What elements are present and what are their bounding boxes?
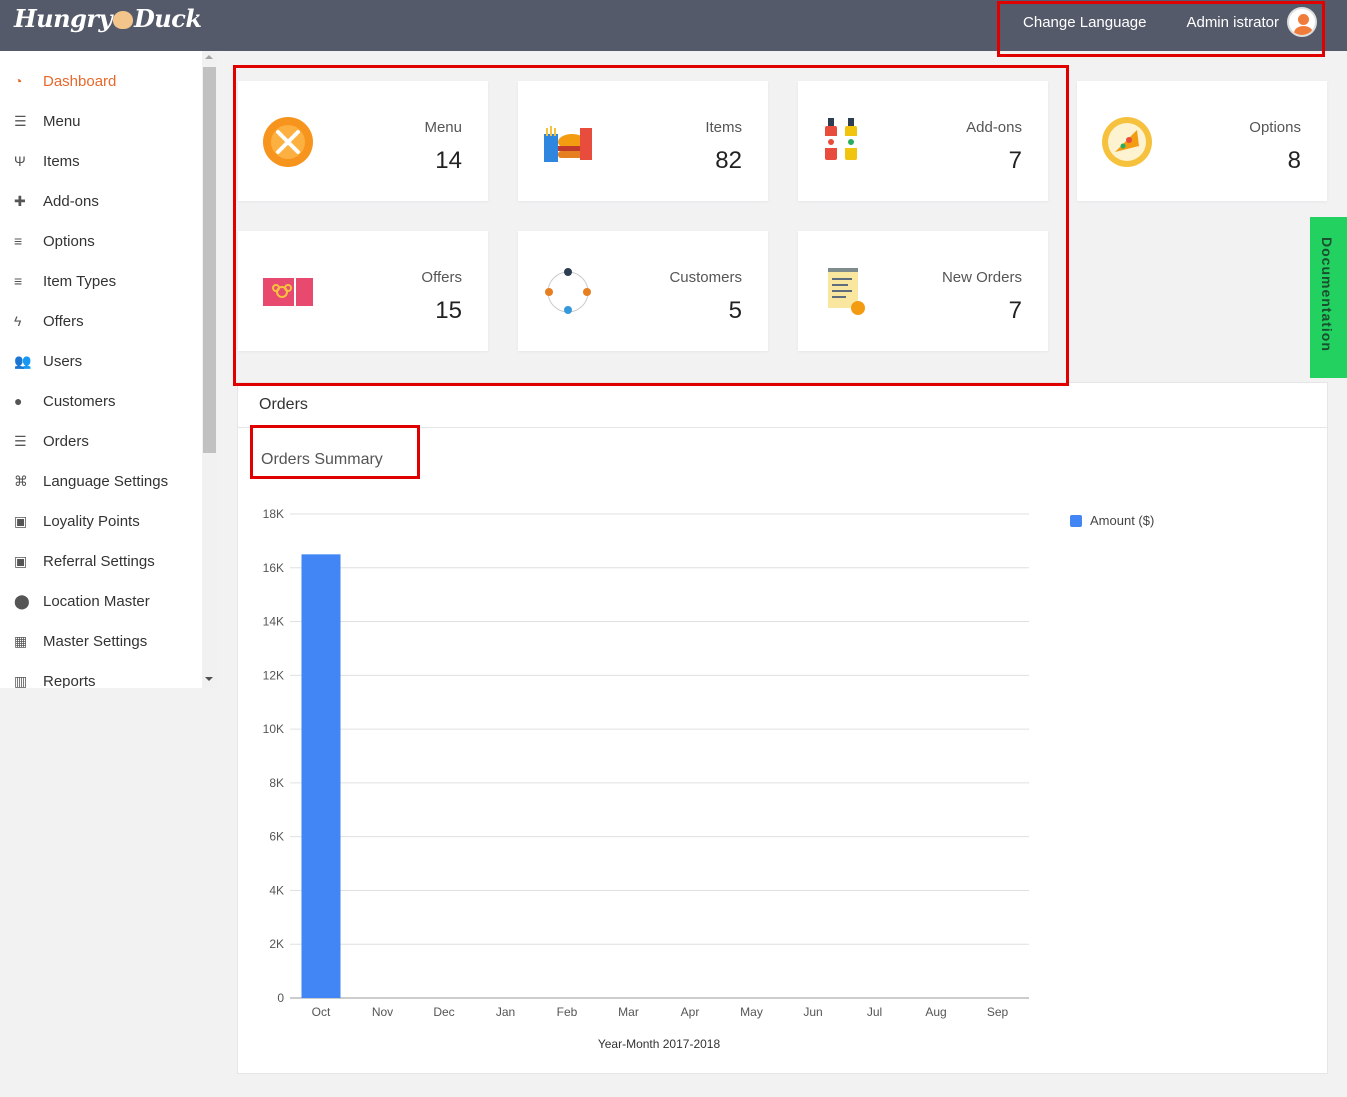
y-tick-label: 2K bbox=[269, 937, 284, 951]
sidebar-item-referral-settings[interactable]: ▣ Referral Settings bbox=[0, 541, 202, 581]
sidebar-item-dashboard[interactable]: ◔ Dashboard bbox=[0, 61, 202, 101]
sidebar-item-add-ons[interactable]: ✚ Add-ons bbox=[0, 181, 202, 221]
menu-icon: ☰ bbox=[14, 112, 27, 129]
x-tick-label: Mar bbox=[618, 1005, 639, 1019]
sidebar-item-location-master[interactable]: ⬤ Location Master bbox=[0, 581, 202, 621]
bolt-icon: ϟ bbox=[14, 313, 22, 329]
x-tick-label: Apr bbox=[681, 1005, 700, 1019]
language-icon: ⌘ bbox=[14, 472, 28, 489]
dashboard-icon: ◔ bbox=[14, 73, 23, 89]
sidebar-item-label: Options bbox=[43, 232, 95, 250]
x-tick-label: Nov bbox=[372, 1005, 393, 1019]
sidebar-item-label: Menu bbox=[43, 112, 81, 130]
sidebar-scrollbar-thumb[interactable] bbox=[203, 67, 216, 453]
y-tick-label: 16K bbox=[263, 561, 284, 575]
sidebar-item-label: Master Settings bbox=[43, 632, 148, 650]
sidebar-item-master-settings[interactable]: ▦ Master Settings bbox=[0, 621, 202, 661]
y-tick-label: 8K bbox=[269, 776, 284, 790]
sidebar-item-label: Language Settings bbox=[43, 472, 169, 490]
x-tick-label: Aug bbox=[925, 1005, 946, 1019]
scroll-down-arrow-icon[interactable] bbox=[205, 677, 213, 681]
scroll-up-arrow-icon[interactable] bbox=[205, 55, 213, 59]
highlight-header-box bbox=[997, 1, 1325, 57]
sidebar-item-label: Location Master bbox=[43, 592, 150, 610]
x-tick-label: Jun bbox=[803, 1005, 822, 1019]
users-icon: 👥 bbox=[14, 352, 32, 369]
x-tick-label: Dec bbox=[433, 1005, 454, 1019]
sidebar-item-label: Customers bbox=[43, 392, 116, 410]
documentation-tab[interactable]: Documentation bbox=[1310, 217, 1347, 378]
app-logo[interactable]: Hungry Duck bbox=[14, 4, 202, 33]
gift-icon: ▣ bbox=[14, 552, 28, 569]
list-icon: ≡ bbox=[14, 273, 23, 289]
documentation-label: Documentation bbox=[1319, 237, 1335, 352]
sidebar-item-users[interactable]: 👥 Users bbox=[0, 341, 202, 381]
sidebar-item-label: Referral Settings bbox=[43, 552, 155, 570]
orders-panel-header: Orders bbox=[238, 383, 1327, 428]
x-tick-label: Sep bbox=[987, 1005, 1009, 1019]
y-tick-label: 18K bbox=[263, 507, 284, 521]
sidebar-item-offers[interactable]: ϟ Offers bbox=[0, 301, 202, 341]
x-tick-label: Feb bbox=[557, 1005, 578, 1019]
sidebar-item-menu[interactable]: ☰ Menu bbox=[0, 101, 202, 141]
sidebar-item-label: Orders bbox=[43, 432, 89, 450]
sidebar-item-reports[interactable]: ▥ Reports bbox=[0, 661, 202, 689]
sidebar-item-loyality-points[interactable]: ▣ Loyality Points bbox=[0, 501, 202, 541]
orders-summary-chart: 0 2K 4K 6K 8K 10K 12K 14K 16K 18K Oct Nov Dec Jan Feb M… bbox=[263, 507, 1029, 1051]
bar bbox=[301, 554, 341, 998]
x-tick-label: Jul bbox=[867, 1005, 882, 1019]
pizza-slice-icon bbox=[1102, 117, 1152, 167]
logo-text-left: Hungry bbox=[14, 4, 112, 33]
chart-legend[interactable]: Amount ($) bbox=[1070, 513, 1154, 528]
cutlery-icon: Ψ bbox=[14, 153, 26, 169]
legend-label: Amount ($) bbox=[1090, 513, 1155, 528]
map-marker-icon: ⬤ bbox=[14, 592, 30, 609]
y-tick-label: 4K bbox=[269, 883, 284, 897]
sidebar-item-options[interactable]: ≡ Options bbox=[0, 221, 202, 261]
highlight-cards-box bbox=[233, 65, 1069, 386]
sidebar-item-items[interactable]: Ψ Items bbox=[0, 141, 202, 181]
sidebar-item-orders[interactable]: ☰ Orders bbox=[0, 421, 202, 461]
y-tick-label: 10K bbox=[263, 722, 284, 736]
card-label: Options bbox=[1249, 119, 1301, 136]
sidebar-item-label: Reports bbox=[43, 672, 96, 689]
sidebar-item-language-settings[interactable]: ⌘ Language Settings bbox=[0, 461, 202, 501]
plus-icon: ✚ bbox=[14, 192, 26, 209]
sidebar-item-label: Item Types bbox=[43, 272, 117, 290]
sidebar-item-label: Add-ons bbox=[43, 192, 99, 210]
user-icon: ● bbox=[14, 393, 23, 409]
card-count: 8 bbox=[1287, 147, 1301, 174]
orders-panel-title: Orders bbox=[259, 396, 308, 413]
highlight-summary-box bbox=[250, 425, 420, 479]
stat-card-options[interactable]: Options 8 bbox=[1077, 81, 1327, 201]
list-icon: ≡ bbox=[14, 233, 23, 249]
sidebar-item-customers[interactable]: ● Customers bbox=[0, 381, 202, 421]
x-tick-label: Oct bbox=[312, 1005, 331, 1019]
qrcode-icon: ▦ bbox=[14, 632, 28, 649]
duck-logo-icon bbox=[112, 11, 133, 29]
sidebar-item-label: Loyality Points bbox=[43, 512, 140, 530]
y-tick-label: 12K bbox=[263, 668, 284, 682]
list-lines-icon: ☰ bbox=[14, 432, 27, 449]
sidebar-item-label: Users bbox=[43, 352, 83, 370]
y-tick-label: 6K bbox=[269, 830, 284, 844]
sidebar: ◔ Dashboard ☰ Menu Ψ Items ✚ Add-ons ≡ Options ≡ It… bbox=[0, 51, 202, 688]
legend-swatch bbox=[1070, 514, 1082, 527]
sidebar-item-item-types[interactable]: ≡ Item Types bbox=[0, 261, 202, 301]
gift-icon: ▣ bbox=[14, 512, 28, 529]
y-tick-label: 0 bbox=[277, 991, 284, 1005]
x-tick-label: May bbox=[740, 1005, 763, 1019]
sidebar-item-label: Dashboard bbox=[43, 72, 117, 90]
x-axis-label: Year-Month 2017-2018 bbox=[598, 1037, 721, 1051]
sidebar-item-label: Offers bbox=[43, 312, 84, 330]
sidebar-item-label: Items bbox=[43, 152, 80, 170]
logo-text-right: Duck bbox=[133, 4, 202, 33]
x-tick-label: Jan bbox=[496, 1005, 515, 1019]
y-tick-label: 14K bbox=[263, 615, 284, 629]
bar-chart-icon: ▥ bbox=[14, 672, 28, 689]
